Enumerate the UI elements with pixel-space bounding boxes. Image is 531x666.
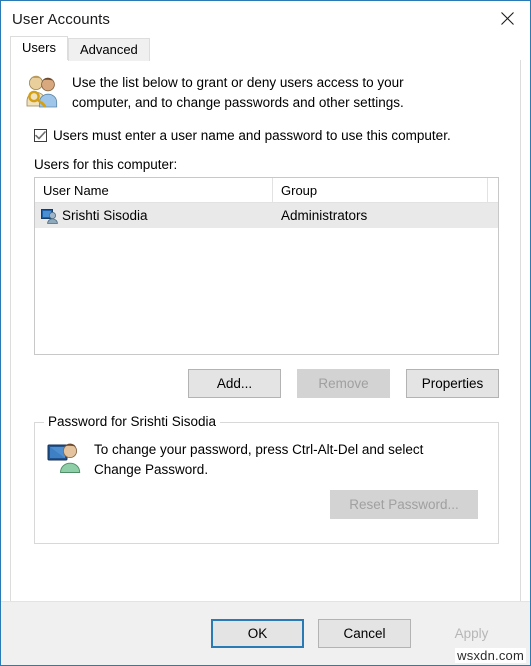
column-header-spacer	[488, 178, 498, 202]
add-button-label: Add...	[216, 376, 253, 391]
tab-users[interactable]: Users	[10, 36, 68, 60]
apply-button[interactable]: Apply	[425, 619, 518, 648]
reset-password-button-label: Reset Password...	[349, 497, 459, 512]
require-login-checkbox-label: Users must enter a user name and passwor…	[53, 128, 451, 143]
tab-advanced-label: Advanced	[79, 42, 138, 57]
apply-button-label: Apply	[454, 626, 489, 641]
password-groupbox-body: To change your password, press Ctrl-Alt-…	[35, 423, 498, 480]
watermark: wsxdn.com	[455, 648, 526, 663]
dialog-button-bar: OK Cancel Apply	[1, 601, 530, 665]
title-bar: User Accounts	[1, 1, 530, 37]
reset-password-button[interactable]: Reset Password...	[330, 490, 478, 519]
user-monitor-icon	[46, 440, 90, 480]
properties-button[interactable]: Properties	[406, 369, 499, 398]
panel-description: Use the list below to grant or deny user…	[67, 72, 404, 113]
column-header-user-name[interactable]: User Name	[35, 178, 273, 202]
remove-button[interactable]: Remove	[297, 369, 390, 398]
close-icon[interactable]	[485, 1, 530, 35]
ok-button[interactable]: OK	[211, 619, 304, 648]
add-button[interactable]: Add...	[188, 369, 281, 398]
users-tab-panel: Use the list below to grant or deny user…	[10, 59, 521, 623]
tab-users-label: Users	[22, 40, 56, 55]
properties-button-label: Properties	[421, 376, 484, 391]
panel-description-line1: Use the list below to grant or deny user…	[72, 75, 404, 90]
tab-advanced[interactable]: Advanced	[67, 38, 150, 61]
cancel-button[interactable]: Cancel	[318, 619, 411, 648]
require-login-checkbox-row[interactable]: Users must enter a user name and passwor…	[11, 113, 520, 143]
window-title: User Accounts	[12, 10, 111, 28]
users-list-label: Users for this computer:	[34, 157, 178, 172]
remove-button-label: Remove	[318, 376, 369, 391]
cancel-button-label: Cancel	[343, 626, 386, 641]
panel-description-line2: computer, and to change passwords and ot…	[72, 95, 404, 110]
cell-group: Administrators	[281, 208, 368, 223]
password-actions: Reset Password...	[35, 480, 498, 519]
panel-header: Use the list below to grant or deny user…	[11, 60, 520, 113]
password-instructions: To change your password, press Ctrl-Alt-…	[90, 440, 423, 480]
table-row[interactable]: Srishti Sisodia Administrators	[35, 203, 498, 228]
password-instructions-line2: Change Password.	[94, 462, 209, 477]
list-actions: Add... Remove Properties	[11, 355, 520, 398]
user-accounts-dialog: User Accounts Users Advanced Use the lis…	[0, 0, 531, 666]
users-listbox[interactable]: User Name Group Srishti Sisodia Administ…	[34, 177, 499, 355]
cell-user-name: Srishti Sisodia	[35, 208, 273, 224]
column-header-group[interactable]: Group	[273, 178, 488, 202]
require-login-checkbox[interactable]	[34, 129, 47, 142]
password-instructions-line1: To change your password, press Ctrl-Alt-…	[94, 442, 424, 457]
ok-button-label: OK	[247, 626, 268, 641]
cell-user-name-text: Srishti Sisodia	[62, 208, 148, 223]
password-groupbox-title: Password for Srishti Sisodia	[44, 414, 221, 429]
password-groupbox: Password for Srishti Sisodia To change y…	[34, 414, 499, 544]
users-list-header: User Name Group	[35, 178, 498, 203]
users-with-key-icon	[23, 72, 67, 113]
user-account-icon	[41, 208, 58, 224]
tab-strip: Users Advanced	[1, 36, 530, 61]
